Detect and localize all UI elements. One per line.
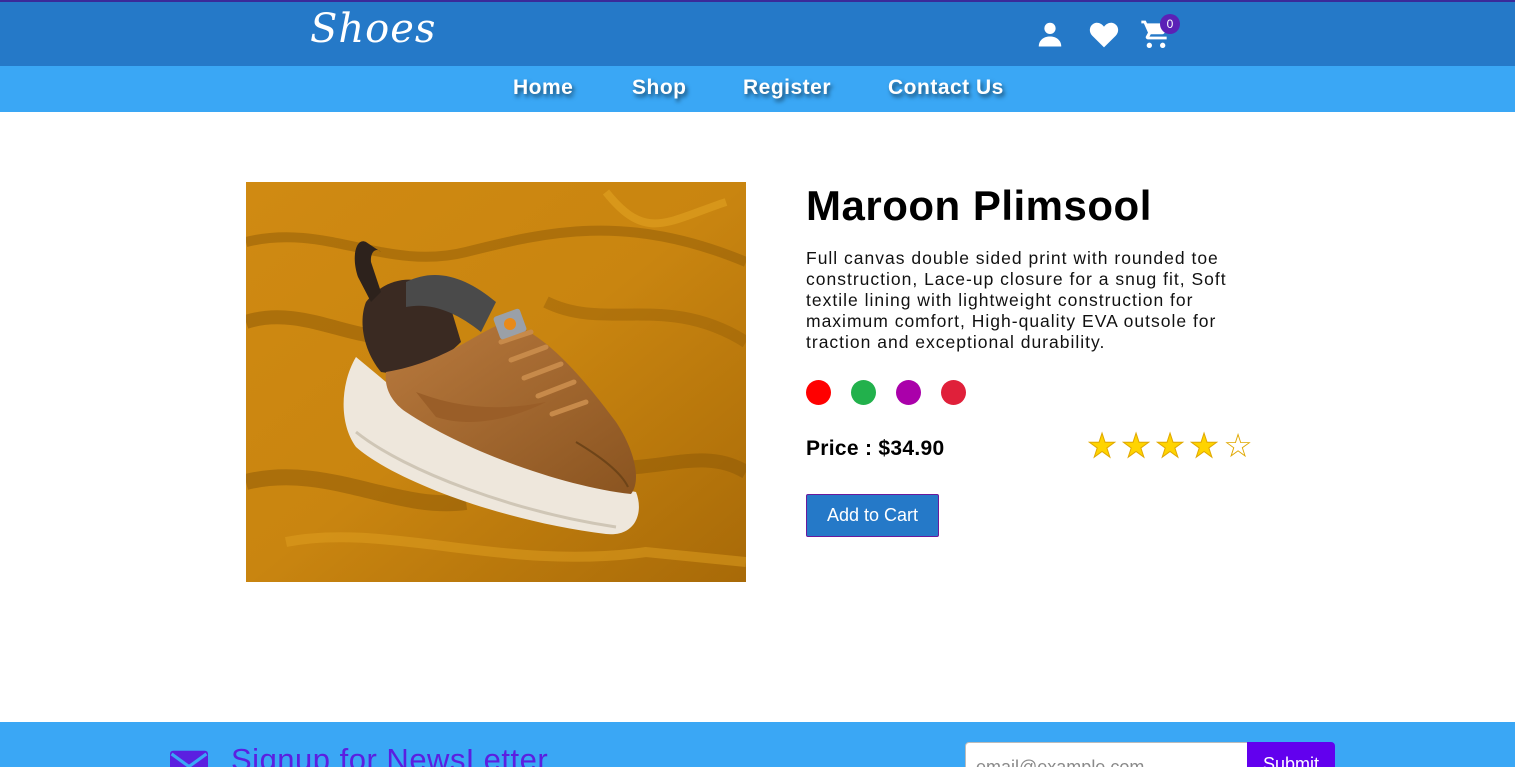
rating-stars: ★ ★ ★ ★ ☆ <box>1086 426 1254 465</box>
mail-icon <box>170 750 208 767</box>
top-header: Shoes 0 <box>0 0 1515 66</box>
star-filled-icon: ★ <box>1189 426 1220 465</box>
product-image <box>246 182 746 582</box>
site-logo[interactable]: Shoes <box>310 6 436 52</box>
color-swatch-crimson[interactable] <box>941 380 966 405</box>
nav-item-register[interactable]: Register <box>743 76 831 100</box>
product-price: Price : $34.90 <box>806 437 945 460</box>
add-to-cart-button[interactable]: Add to Cart <box>806 494 939 537</box>
product-title: Maroon Plimsool <box>806 182 1152 229</box>
newsletter-bar: Signup for NewsLetter Submit <box>0 722 1515 767</box>
cart-count-badge: 0 <box>1160 14 1180 34</box>
newsletter-heading: Signup for NewsLetter <box>231 742 549 767</box>
main-nav: Home Shop Register Contact Us <box>0 66 1515 112</box>
nav-item-contact-us[interactable]: Contact Us <box>888 76 1004 100</box>
color-swatch-green[interactable] <box>851 380 876 405</box>
product-description: Full canvas double sided print with roun… <box>806 248 1227 352</box>
star-filled-icon: ★ <box>1121 426 1152 465</box>
star-empty-icon: ☆ <box>1223 426 1253 465</box>
newsletter-email-input[interactable] <box>965 742 1248 767</box>
heart-icon[interactable] <box>1086 16 1122 52</box>
star-filled-icon: ★ <box>1087 426 1118 465</box>
nav-item-shop[interactable]: Shop <box>632 76 687 100</box>
nav-item-home[interactable]: Home <box>513 76 573 100</box>
star-filled-icon: ★ <box>1155 426 1186 465</box>
color-swatch-purple[interactable] <box>896 380 921 405</box>
newsletter-submit-button[interactable]: Submit <box>1247 742 1335 767</box>
user-icon[interactable] <box>1032 16 1068 52</box>
color-swatch-red[interactable] <box>806 380 831 405</box>
